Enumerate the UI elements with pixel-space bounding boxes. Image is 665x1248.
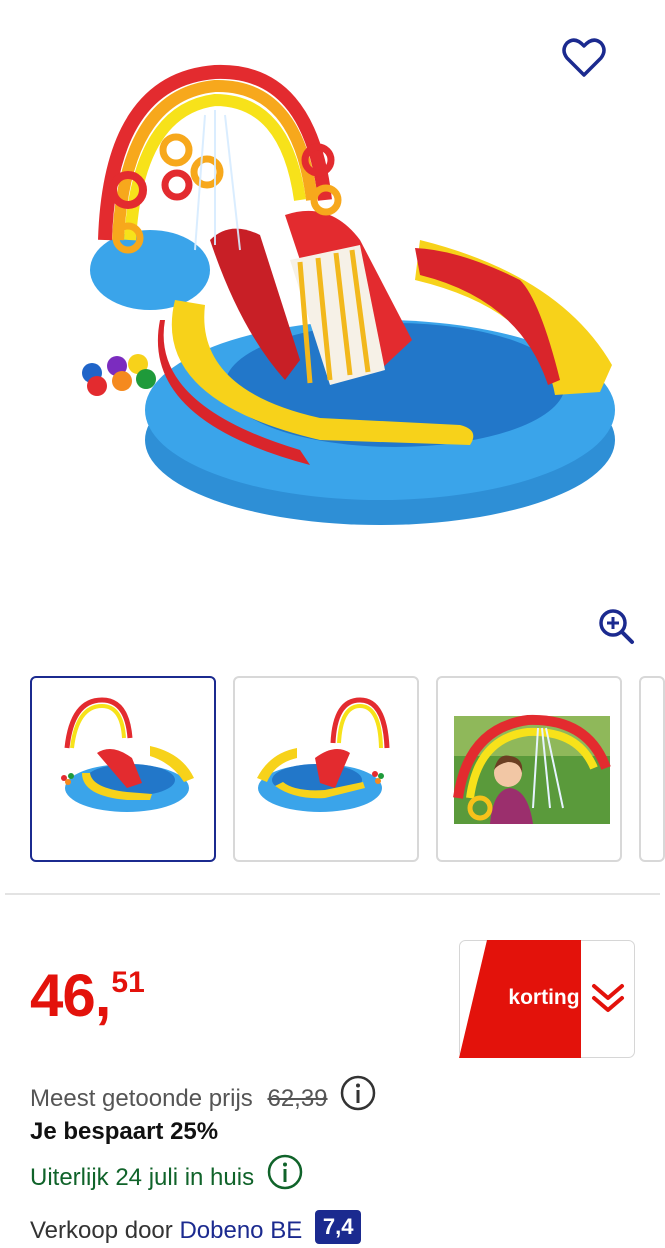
reference-price-label: Meest getoonde prijs [30, 1084, 253, 1112]
old-price: 62,39 [267, 1084, 328, 1112]
seller-link[interactable]: Dobeno BE [179, 1217, 302, 1244]
seller-score-badge: 7,4 [314, 1210, 362, 1244]
zoom-in-icon[interactable] [596, 606, 636, 646]
savings-text: Je bespaart 25% [30, 1118, 219, 1145]
favorite-heart-icon[interactable] [558, 32, 610, 84]
current-price: 46,51 [30, 966, 145, 1026]
chevron-double-down-icon[interactable] [581, 940, 635, 1058]
thumbnail-child-photo [453, 714, 611, 824]
seller-row: Verkoop door Dobeno BE 7,4 [30, 1210, 362, 1248]
seller-prefix: Verkoop door [30, 1217, 173, 1244]
thumbnail-pool-image [61, 697, 194, 812]
thumbnail-3[interactable] [436, 676, 622, 862]
thumbnail-4-partial[interactable] [639, 676, 665, 862]
delivery-row: Uiterlijk 24 juli in huis [30, 1154, 303, 1200]
reference-price-row: Meest getoonde prijs 62,39 [30, 1075, 376, 1121]
price-cents: 51 [111, 966, 145, 999]
delivery-info-icon[interactable] [267, 1154, 303, 1197]
thumbnail-1[interactable] [30, 676, 216, 862]
section-divider [5, 893, 660, 895]
price-separator: , [94, 962, 112, 1029]
thumbnail-pool-side-image [257, 697, 390, 812]
thumbnail-2[interactable] [233, 676, 419, 862]
product-main-image[interactable] [0, 0, 665, 590]
reference-price-info-icon[interactable] [340, 1075, 376, 1118]
korting-badge[interactable]: korting [459, 940, 635, 1058]
price-euros: 46 [30, 962, 96, 1029]
delivery-text: Uiterlijk 24 juli in huis [30, 1163, 255, 1191]
